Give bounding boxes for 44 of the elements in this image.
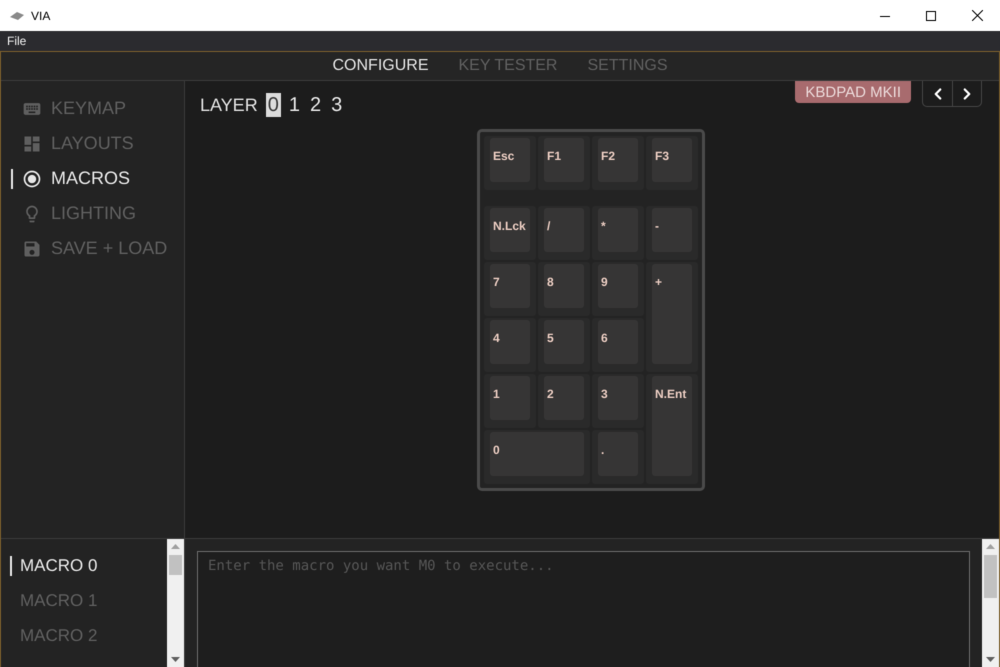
- key[interactable]: 5: [538, 318, 590, 372]
- key[interactable]: 2: [538, 374, 590, 428]
- key[interactable]: 3: [592, 374, 644, 428]
- key[interactable]: /: [538, 206, 590, 260]
- window-title: VIA: [31, 8, 50, 22]
- scrollbar[interactable]: [982, 539, 999, 667]
- key[interactable]: F1: [538, 136, 590, 190]
- scrollbar[interactable]: [167, 539, 184, 667]
- scroll-thumb[interactable]: [984, 555, 997, 598]
- scroll-up-icon[interactable]: [171, 544, 180, 549]
- radio-button-icon: [21, 168, 43, 188]
- key[interactable]: 1: [484, 374, 536, 428]
- scroll-down-icon[interactable]: [171, 657, 180, 662]
- close-icon: [972, 10, 982, 21]
- key[interactable]: N.Lck: [484, 206, 536, 260]
- device-badge: KBDPAD MKII: [795, 81, 911, 103]
- key[interactable]: *: [592, 206, 644, 260]
- layer-button[interactable]: 3: [329, 93, 344, 117]
- key[interactable]: Esc: [484, 136, 536, 190]
- nav-tab[interactable]: CONFIGURE: [332, 57, 428, 75]
- scroll-down-icon[interactable]: [986, 657, 995, 662]
- menu-item[interactable]: File: [7, 34, 26, 48]
- key[interactable]: .: [592, 430, 644, 484]
- layer-button[interactable]: 0: [266, 93, 281, 117]
- layer-label: LAYER: [200, 94, 258, 116]
- scroll-thumb[interactable]: [169, 555, 182, 575]
- key[interactable]: +: [646, 262, 698, 372]
- key[interactable]: 6: [592, 318, 644, 372]
- key[interactable]: 4: [484, 318, 536, 372]
- layer-button[interactable]: 2: [308, 93, 324, 117]
- sidebar-item[interactable]: MACROS: [1, 161, 184, 196]
- key[interactable]: N.Ent: [646, 374, 698, 484]
- key[interactable]: 7: [484, 262, 536, 316]
- app-icon: [9, 10, 25, 20]
- key[interactable]: 9: [592, 262, 644, 316]
- maximize-icon: [926, 10, 936, 20]
- key[interactable]: -: [646, 206, 698, 260]
- layer-button[interactable]: 1: [286, 93, 302, 117]
- key[interactable]: F3: [646, 136, 698, 190]
- key[interactable]: 0: [484, 430, 590, 484]
- key[interactable]: 8: [538, 262, 590, 316]
- scroll-up-icon[interactable]: [986, 544, 995, 549]
- macro-item[interactable]: MACRO 0: [1, 548, 167, 583]
- key[interactable]: F2: [592, 136, 644, 190]
